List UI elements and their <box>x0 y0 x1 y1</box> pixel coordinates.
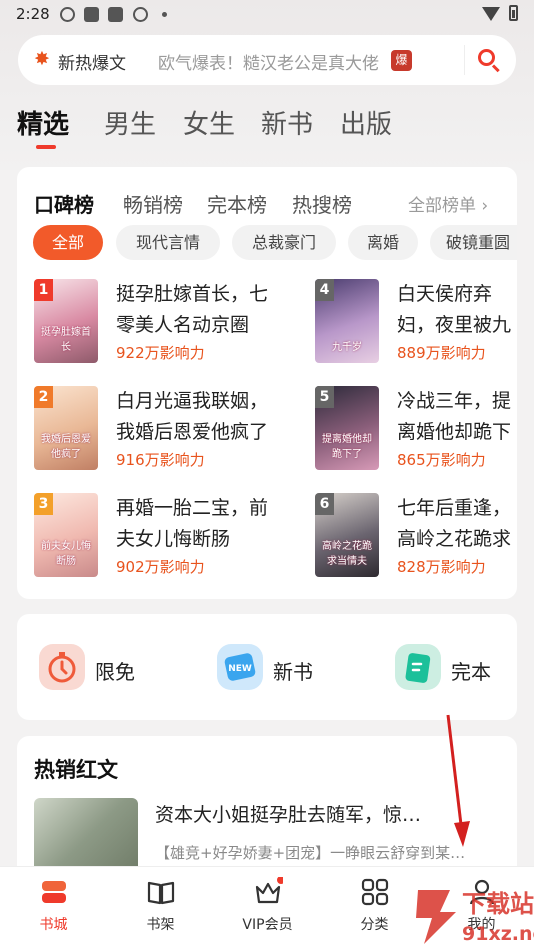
search-icon-handle <box>491 64 500 73</box>
nav-vip[interactable]: VIP会员 <box>214 867 321 950</box>
annotation-arrow <box>446 714 470 847</box>
chip-reunion[interactable]: 破镜重圆 <box>430 225 517 260</box>
rank-tab-reputation[interactable]: 口碑榜 <box>34 189 94 218</box>
book-item[interactable]: 4 九千岁 白天侯府弃妇，夜里被九千岁吻 889万影响力 <box>315 279 517 367</box>
book-title: 白天侯府弃妇，夜里被九千岁吻 <box>397 283 512 336</box>
rank-badge: 1 <box>34 279 53 301</box>
book-cover: 2 我婚后恩爱他疯了 <box>34 386 98 470</box>
rank-badge: 3 <box>34 493 53 515</box>
watermark: 下载站 91xz.net <box>410 882 534 950</box>
stopwatch-icon <box>39 644 85 690</box>
app-notification-icon <box>84 7 99 22</box>
tab-male[interactable]: 男生 <box>104 104 156 141</box>
battery-icon <box>509 5 518 21</box>
explosion-icon: ✸ <box>34 48 50 70</box>
rank-tab-trending[interactable]: 热搜榜 <box>292 189 352 218</box>
notification-icon <box>133 7 148 22</box>
book-title: 七年后重逢，高岭之花跪求当情夫 <box>397 497 512 550</box>
wifi-icon <box>482 7 500 21</box>
chip-ceo[interactable]: 总裁豪门 <box>232 225 336 260</box>
rank-tab-bestseller[interactable]: 畅销榜 <box>123 189 183 218</box>
book-influence: 922万影响力 <box>116 344 205 362</box>
book-cover: 1 挺孕肚嫁首长 <box>34 279 98 363</box>
book-item[interactable]: 3 前夫女儿悔断肠 再婚一胎二宝，前夫女儿悔断肠 902万影响力 <box>34 493 284 581</box>
book-title: 挺孕肚嫁首长，七零美人名动京圈 <box>116 283 269 336</box>
book-title: 再婚一胎二宝，前夫女儿悔断肠 <box>116 497 269 550</box>
new-badge-icon: NEW <box>217 644 263 690</box>
watermark-title: 下载站 <box>462 890 534 918</box>
watermark-url: 91xz.net <box>462 923 534 945</box>
app-notification-icon <box>108 7 123 22</box>
tab-active-indicator <box>36 145 56 149</box>
search-hot-label: 新热爆文 <box>58 54 126 74</box>
book-influence: 865万影响力 <box>397 451 486 469</box>
nav-bookstore[interactable]: 书城 <box>0 867 107 950</box>
status-time: 2:28 <box>16 5 50 23</box>
book-item[interactable]: 6 高岭之花跪求当情夫 七年后重逢，高岭之花跪求当情夫 828万影响力 <box>315 493 517 581</box>
more-notifications-dot <box>162 12 167 17</box>
chip-divorce[interactable]: 离婚 <box>348 225 418 260</box>
book-cover: 3 前夫女儿悔断肠 <box>34 493 98 577</box>
book-title: 白月光逼我联姻，我婚后恩爱他疯了 <box>116 390 269 443</box>
rank-badge: 6 <box>315 493 334 515</box>
nav-label: 书城 <box>39 917 68 933</box>
tab-new-books[interactable]: 新书 <box>261 104 313 141</box>
cover-title: 高岭之花跪求当情夫 <box>322 541 372 567</box>
hot-tag-badge: 爆 <box>391 50 412 71</box>
cover-title: 挺孕肚嫁首长 <box>41 327 91 353</box>
book-cover: 4 九千岁 <box>315 279 379 363</box>
book-influence: 828万影响力 <box>397 558 486 576</box>
hot-book-desc: 【雄竞+好孕娇妻+团宠】一睁眼云舒穿到某… <box>155 844 466 862</box>
book-check-icon <box>395 644 441 690</box>
cover-title: 前夫女儿悔断肠 <box>41 541 91 567</box>
tab-featured[interactable]: 精选 <box>17 104 69 141</box>
search-hint: 欧气爆表！糙汉老公是真大佬 <box>158 54 379 74</box>
book-title: 冷战三年，提离婚他却跪下了 <box>397 390 512 443</box>
rank-tab-completed[interactable]: 完本榜 <box>207 189 267 218</box>
chip-modern-romance[interactable]: 现代言情 <box>116 225 220 260</box>
status-bar: 2:28 <box>0 0 534 30</box>
book-item[interactable]: 1 挺孕肚嫁首长 挺孕肚嫁首长，七零美人名动京圈 922万影响力 <box>34 279 284 367</box>
crown-icon <box>253 876 285 907</box>
ranking-card: 口碑榜 畅销榜 完本榜 热搜榜 全部榜单 › 全部 现代言情 总裁豪门 离婚 破… <box>17 167 517 599</box>
quick-completed-label: 完本 <box>451 660 491 684</box>
svg-text:NEW: NEW <box>228 664 252 674</box>
search-divider <box>464 45 465 75</box>
cover-title: 我婚后恩爱他疯了 <box>41 434 91 460</box>
tab-publishing[interactable]: 出版 <box>340 104 392 141</box>
rank-badge: 5 <box>315 386 334 408</box>
open-book-icon <box>146 877 176 907</box>
search-bar[interactable]: ✸ 新热爆文 欧气爆表！糙汉老公是真大佬 爆 <box>18 35 516 85</box>
cover-title: 九千岁 <box>332 342 362 353</box>
quick-free-label: 限免 <box>95 660 135 684</box>
hot-book-title[interactable]: 资本大小姐挺孕肚去随军，惊… <box>155 800 421 827</box>
bookstore-icon <box>39 877 69 907</box>
rank-badge: 2 <box>34 386 53 408</box>
nav-label: 书架 <box>146 917 175 933</box>
cover-title: 提离婚他却跪下了 <box>322 434 372 460</box>
rank-badge: 4 <box>315 279 334 301</box>
quick-new-books-label: 新书 <box>273 660 313 684</box>
chip-all[interactable]: 全部 <box>33 225 103 260</box>
nav-label: VIP会员 <box>242 917 293 933</box>
tab-female[interactable]: 女生 <box>183 104 235 141</box>
notification-icon <box>60 7 75 22</box>
book-item[interactable]: 2 我婚后恩爱他疯了 白月光逼我联姻，我婚后恩爱他疯了 916万影响力 <box>34 386 284 474</box>
search-icon <box>478 49 495 66</box>
grid-icon <box>360 877 390 907</box>
book-influence: 889万影响力 <box>397 344 486 362</box>
book-influence: 916万影响力 <box>116 451 205 469</box>
nav-bookshelf[interactable]: 书架 <box>107 867 214 950</box>
search-button[interactable] <box>476 47 502 73</box>
book-cover: 6 高岭之花跪求当情夫 <box>315 493 379 577</box>
book-item[interactable]: 5 提离婚他却跪下了 冷战三年，提离婚他却跪下了 865万影响力 <box>315 386 517 474</box>
book-influence: 902万影响力 <box>116 558 205 576</box>
book-cover: 5 提离婚他却跪下了 <box>315 386 379 470</box>
section-title: 热销红文 <box>34 758 118 782</box>
all-rankings-link[interactable]: 全部榜单 › <box>408 191 488 216</box>
